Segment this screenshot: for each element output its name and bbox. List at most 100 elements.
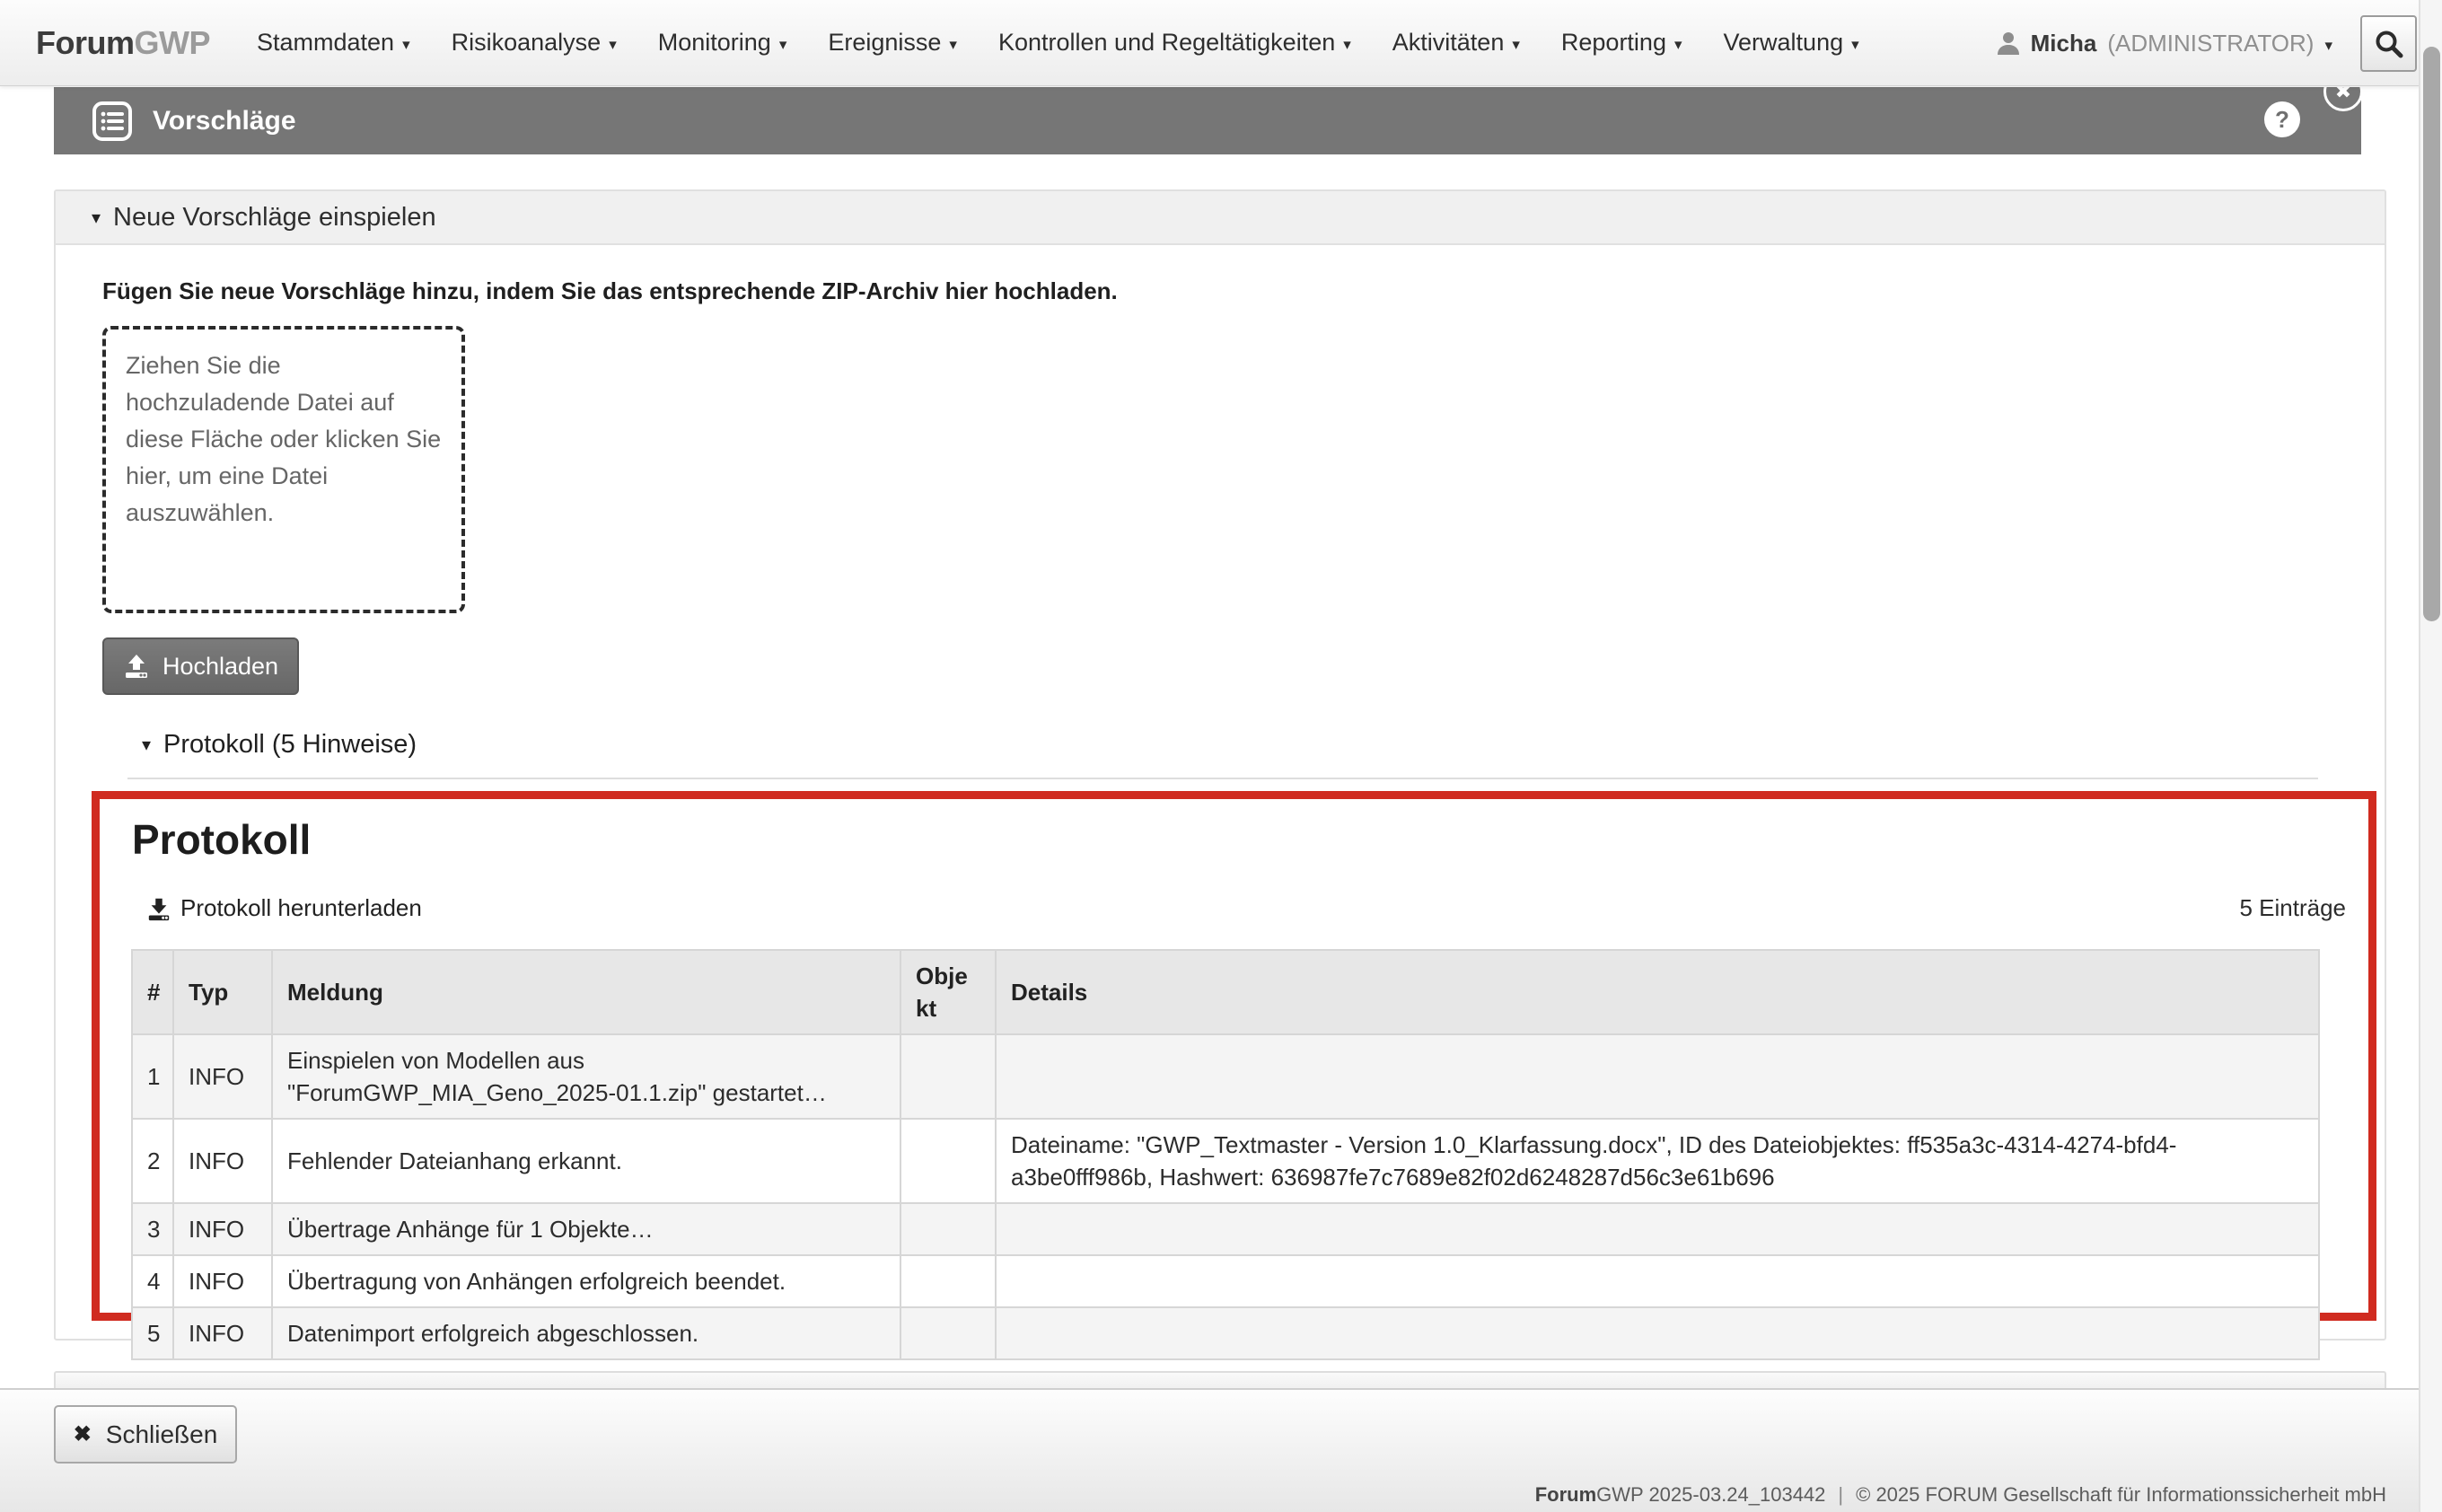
caret-down-icon: ▾ bbox=[402, 37, 410, 52]
table-row: 3INFOÜbertrage Anhänge für 1 Objekte… bbox=[132, 1203, 2319, 1255]
logo-part-forum: Forum bbox=[36, 24, 135, 61]
table-cell bbox=[996, 1034, 2319, 1119]
nav-item-label: Verwaltung bbox=[1724, 29, 1844, 57]
nav-item-aktivit-ten[interactable]: Aktivitäten ▾ bbox=[1392, 29, 1520, 57]
divider bbox=[127, 778, 2318, 779]
table-cell: 5 bbox=[132, 1307, 173, 1359]
file-dropzone[interactable]: Ziehen Sie die hochzuladende Datei auf d… bbox=[102, 326, 465, 613]
table-cell bbox=[996, 1307, 2319, 1359]
table-cell: INFO bbox=[173, 1034, 272, 1119]
modal-title: Vorschläge bbox=[153, 106, 296, 136]
caret-down-icon: ▾ bbox=[1674, 37, 1682, 52]
nav-item-risikoanalyse[interactable]: Risikoanalyse ▾ bbox=[452, 29, 617, 57]
nav-item-ereignisse[interactable]: Ereignisse▾ bbox=[828, 29, 957, 57]
table-row: 2INFOFehlender Dateianhang erkannt. Datei… bbox=[132, 1119, 2319, 1203]
upload-instruction: Fügen Sie neue Vorschläge hinzu, indem S… bbox=[102, 277, 1118, 305]
table-cell: Übertrage Anhänge für 1 Objekte… bbox=[272, 1203, 900, 1255]
nav-item-label: Monitoring bbox=[658, 29, 771, 57]
scrollbar-track[interactable] bbox=[2419, 0, 2442, 1512]
modal-close-icon[interactable]: ✖ bbox=[2323, 87, 2361, 111]
main-menu: Stammdaten ▾ Risikoanalyse ▾ Monitoring ▾ Erei… bbox=[257, 29, 1859, 57]
table-cell bbox=[900, 1255, 996, 1307]
modal-header: Vorschläge ? ✖ bbox=[54, 87, 2361, 154]
user-menu[interactable]: Micha (ADMINISTRATOR) ▾ bbox=[1997, 0, 2332, 86]
table-cell: Datenimport erfolgreich abgeschlossen. bbox=[272, 1307, 900, 1359]
panel-header-neue-vorschlaege[interactable]: ▾ Neue Vorschläge einspielen bbox=[56, 191, 2385, 245]
chevron-down-icon: ▾ bbox=[2324, 38, 2332, 53]
protocol-toggle-label: Protokoll (5 Hinweise) bbox=[163, 730, 417, 760]
protocol-table-header-row: #TypMeldungObjektDetails bbox=[132, 950, 2319, 1034]
nav-item-verwaltung[interactable]: Verwaltung ▾ bbox=[1724, 29, 1859, 57]
close-button[interactable]: ✖ Schließen bbox=[54, 1405, 237, 1464]
search-button[interactable] bbox=[2360, 15, 2417, 72]
logo-part-gwp: GWP bbox=[135, 24, 211, 61]
nav-item-stammdaten[interactable]: Stammdaten ▾ bbox=[257, 29, 410, 57]
caret-down-icon: ▾ bbox=[1851, 37, 1859, 52]
nav-item-label: Aktivitäten bbox=[1392, 29, 1505, 57]
user-role: (ADMINISTRATOR) bbox=[2107, 30, 2314, 57]
upload-panel: ▾ Neue Vorschläge einspielen Fügen Sie n… bbox=[54, 189, 2386, 1341]
table-cell: INFO bbox=[173, 1203, 272, 1255]
table-cell bbox=[900, 1034, 996, 1119]
protocol-table: #TypMeldungObjektDetails 1INFOEinspielen… bbox=[131, 949, 2320, 1360]
caret-down-icon: ▾ bbox=[779, 37, 787, 52]
app-version-line: ForumGWP 2025-03.24_103442 | © 2025 FORUM … bbox=[1535, 1483, 2386, 1507]
caret-down-icon: ▾ bbox=[609, 37, 617, 52]
table-cell: INFO bbox=[173, 1119, 272, 1203]
table-cell bbox=[996, 1255, 2319, 1307]
protocol-highlight-box: Protokoll Protokoll herunterladen 5 Eint… bbox=[92, 791, 2376, 1321]
version-number: GWP 2025-03.24_103442 bbox=[1596, 1483, 1825, 1506]
caret-down-icon: ▾ bbox=[142, 734, 151, 756]
nav-item-kontrollen-und-regelt-tigkeiten[interactable]: Kontrollen und Regeltätigkeiten▾ bbox=[998, 29, 1351, 57]
table-cell: Fehlender Dateianhang erkannt. bbox=[272, 1119, 900, 1203]
user-icon bbox=[1997, 31, 2020, 56]
table-cell: 3 bbox=[132, 1203, 173, 1255]
nav-item-label: Stammdaten bbox=[257, 29, 394, 57]
nav-item-reporting[interactable]: Reporting▾ bbox=[1561, 29, 1682, 57]
table-cell: Übertragung von Anhängen erfolgreich bee… bbox=[272, 1255, 900, 1307]
upload-button[interactable]: Hochladen bbox=[102, 637, 299, 695]
column-header: Meldung bbox=[272, 950, 900, 1034]
protocol-table-body: 1INFOEinspielen von Modellen aus "ForumG… bbox=[132, 1034, 2319, 1359]
table-cell: INFO bbox=[173, 1307, 272, 1359]
version-separator: | bbox=[1838, 1483, 1843, 1506]
version-brand: Forum bbox=[1535, 1483, 1596, 1506]
protocol-heading: Protokoll bbox=[132, 815, 311, 864]
protocol-download-label: Protokoll herunterladen bbox=[180, 894, 422, 922]
protocol-actions-row: Protokoll herunterladen 5 Einträge bbox=[146, 894, 2346, 922]
next-panel-edge bbox=[54, 1371, 2386, 1389]
nav-item-label: Ereignisse bbox=[828, 29, 941, 57]
table-row: 5INFODatenimport erfolgreich abgeschloss… bbox=[132, 1307, 2319, 1359]
user-name: Micha bbox=[2031, 30, 2097, 57]
caret-down-icon: ▾ bbox=[92, 207, 101, 229]
app-logo[interactable]: ForumGWP bbox=[36, 24, 210, 62]
screen: ForumGWP Stammdaten▾Risikoanalyse▾Monito… bbox=[0, 0, 2442, 1512]
scrollbar-thumb[interactable] bbox=[2423, 47, 2440, 621]
modal-footer: ✖ Schließen ForumGWP 2025-03.24_103442 | ©… bbox=[0, 1388, 2442, 1512]
upload-button-label: Hochladen bbox=[163, 653, 278, 681]
column-header: Objekt bbox=[900, 950, 996, 1034]
caret-down-icon: ▾ bbox=[1343, 37, 1351, 52]
top-navbar: ForumGWP Stammdaten▾Risikoanalyse▾Monito… bbox=[0, 0, 2442, 86]
panel-header-label: Neue Vorschläge einspielen bbox=[113, 203, 436, 233]
protocol-toggle[interactable]: ▾ Protokoll (5 Hinweise) bbox=[142, 730, 417, 760]
copyright-text: © 2025 FORUM Gesellschaft für Informatio… bbox=[1856, 1483, 2386, 1506]
dropzone-text: Ziehen Sie die hochzuladende Datei auf d… bbox=[126, 347, 442, 532]
table-cell: Einspielen von Modellen aus "ForumGWP_MI… bbox=[272, 1034, 900, 1119]
protocol-download-link[interactable]: Protokoll herunterladen bbox=[146, 894, 422, 922]
close-button-label: Schließen bbox=[106, 1420, 218, 1449]
table-cell: 1 bbox=[132, 1034, 173, 1119]
caret-down-icon: ▾ bbox=[1512, 37, 1520, 52]
table-cell bbox=[900, 1307, 996, 1359]
nav-item-monitoring[interactable]: Monitoring ▾ bbox=[658, 29, 787, 57]
table-cell: Dateiname: "GWP_Textmaster - Version 1.0… bbox=[996, 1119, 2319, 1203]
help-icon[interactable]: ? bbox=[2264, 101, 2300, 137]
search-icon bbox=[2374, 29, 2404, 59]
nav-item-label: Risikoanalyse bbox=[452, 29, 602, 57]
table-row: 4INFOÜbertragung von Anhängen erfolgreic… bbox=[132, 1255, 2319, 1307]
entries-count: 5 Einträge bbox=[2239, 894, 2346, 922]
table-cell: 2 bbox=[132, 1119, 173, 1203]
column-header: Details bbox=[996, 950, 2319, 1034]
download-icon bbox=[146, 896, 171, 921]
column-header: Typ bbox=[173, 950, 272, 1034]
